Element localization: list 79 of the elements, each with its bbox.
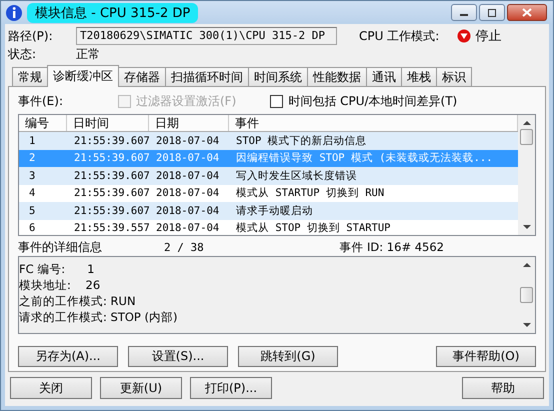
table-cell-text: 模式从 STOP 切换到 STARTUP — [235, 221, 392, 235]
table-cell-text: 21:55:39.607 — [73, 170, 149, 182]
path-field: T20180629\SIMATIC 300(1)\CPU 315-2 DP — [76, 27, 337, 45]
info-icon — [5, 4, 23, 22]
event-row[interactable]: 5 21:55:39.607 2018-07-04 请求手动暖启动 — [19, 202, 518, 220]
tab[interactable]: 常规 — [12, 67, 48, 86]
detail-line: 模块地址: 26 — [19, 277, 102, 293]
table-cell-text: 4 — [28, 187, 36, 200]
close-button[interactable] — [507, 4, 547, 21]
table-cell-text: 6 — [28, 222, 36, 234]
details-label: 事件的详细信息 — [18, 239, 103, 256]
tab[interactable]: 存储器 — [118, 67, 166, 86]
table-cell-text: 因编程错误导致 STOP 模式 (未装载或无法装载... — [235, 151, 494, 166]
maximize-button[interactable] — [479, 4, 505, 21]
cpu-mode-value: 停止 — [475, 28, 502, 45]
event-row[interactable]: 4 21:55:39.607 2018-07-04 模式从 STARTUP 切换到 RUN — [19, 184, 518, 202]
table-cell-text: 21:55:39.557 — [73, 222, 149, 234]
checkbox[interactable]: 时间包括 CPU/本地时间差异(T) — [270, 92, 458, 110]
scroll-up-icon — [522, 262, 530, 267]
table-cell-text: STOP 模式下的新启动信息 — [235, 134, 368, 148]
scroll-thumb[interactable] — [520, 287, 533, 303]
table-cell-text: 1 — [28, 134, 36, 147]
scroll-up-icon — [522, 120, 530, 125]
dialog-button[interactable]: 打印(P)... — [190, 377, 272, 399]
window-title: 模块信息 - CPU 315-2 DP — [27, 2, 198, 22]
detail-line: FC 编号: 1 — [19, 261, 96, 277]
event-row[interactable]: 3 21:55:39.607 2018-07-04 写入时发生区域长度错误 — [19, 167, 518, 184]
column-header[interactable]: 日期 — [149, 115, 229, 131]
tab[interactable]: 通讯 — [366, 67, 402, 86]
table-cell-text: 3 — [28, 170, 36, 182]
tab[interactable]: 诊断缓冲区 — [47, 65, 119, 87]
dialog-button[interactable]: 更新(U) — [100, 377, 182, 399]
status-label: 状态: — [8, 46, 38, 63]
table-cell-text: 2018-07-04 — [155, 134, 220, 147]
panel-button[interactable]: 设置(S)... — [128, 346, 228, 367]
dialog-button[interactable]: 关闭 — [10, 377, 92, 399]
cpu-mode-label: CPU 工作模式: — [359, 28, 440, 44]
table-cell-text: 2018-07-04 — [155, 152, 220, 164]
table-cell-text: 21:55:39.607 — [73, 187, 149, 200]
minimize-button[interactable] — [451, 4, 477, 21]
scroll-thumb[interactable] — [520, 129, 533, 145]
scroll-down-icon — [522, 323, 530, 328]
close-icon — [522, 8, 532, 17]
table-cell-text: 2018-07-04 — [155, 204, 220, 217]
tab[interactable]: 堆栈 — [401, 67, 437, 86]
path-label: 路径(P): — [8, 28, 54, 44]
event-row[interactable]: 6 21:55:39.557 2018-07-04 模式从 STOP 切换到 STARTUP — [19, 220, 518, 235]
tab[interactable]: 性能数据 — [307, 67, 367, 86]
dialog-button[interactable]: 帮助 — [462, 377, 544, 399]
table-cell-text: 21:55:39.607 — [73, 152, 149, 164]
table-cell-text: 21:55:39.607 — [73, 204, 149, 217]
event-row[interactable]: 1 21:55:39.607 2018-07-04 STOP 模式下的新启动信息 — [19, 132, 518, 150]
event-id: 事件 ID: 16# 4562 — [339, 240, 444, 255]
table-cell-text: 2018-07-04 — [155, 187, 220, 200]
table-cell-text: 2 — [28, 152, 36, 164]
table-cell-text: 5 — [28, 204, 36, 217]
tab[interactable]: 标识 — [436, 67, 472, 86]
event-counter: 2 / 38 — [164, 241, 204, 254]
scrollbar[interactable] — [518, 115, 535, 235]
panel-button[interactable]: 跳转到(G) — [238, 346, 338, 367]
column-header[interactable]: 编号 — [19, 115, 67, 131]
table-cell-text: 请求手动暖启动 — [235, 204, 314, 218]
tab[interactable]: 扫描循环时间 — [165, 67, 249, 86]
column-header[interactable]: 日时间 — [67, 115, 149, 131]
detail-line: 请求的工作模式: STOP (内部) — [19, 309, 178, 325]
maximize-icon — [487, 8, 497, 16]
table-cell-text: 2018-07-04 — [155, 222, 220, 234]
events-label: 事件(E): — [18, 92, 64, 110]
panel-button[interactable]: 另存为(A)... — [18, 346, 118, 367]
tab[interactable]: 时间系统 — [248, 67, 308, 86]
table-cell-text: 2018-07-04 — [155, 170, 220, 182]
detail-line: 之前的工作模式: RUN — [19, 293, 137, 309]
table-cell-text: 21:55:39.607 — [73, 134, 149, 147]
status-value: 正常 — [76, 46, 100, 63]
panel-button[interactable]: 事件帮助(O) — [436, 346, 536, 367]
table-cell-text: 模式从 STARTUP 切换到 RUN — [235, 186, 386, 200]
stop-icon — [457, 29, 472, 43]
table-cell-text: 写入时发生区域长度错误 — [235, 168, 358, 183]
scroll-down-icon — [522, 225, 530, 230]
